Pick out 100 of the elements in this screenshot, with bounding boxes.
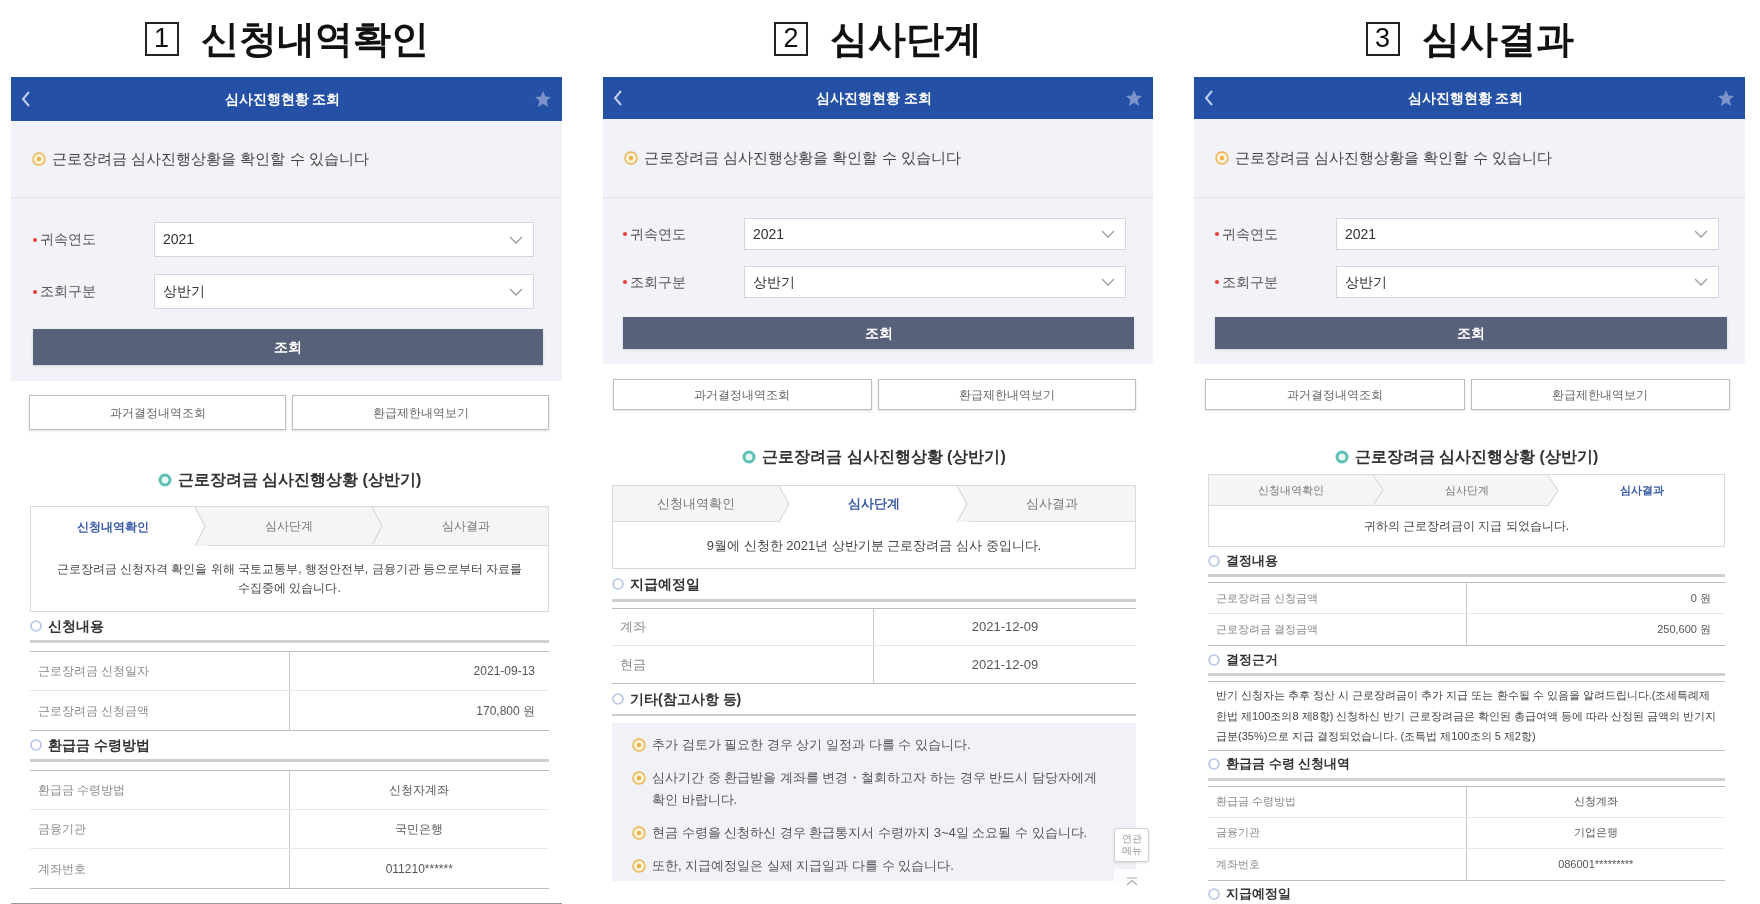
ring-icon [30,739,42,751]
note-text: 심사기간 중 환급받을 계좌를 변경・철회하고자 하는 경우 반드시 담당자에게 확인 바랍니다. [652,769,1098,809]
field-label: 조회구분 [40,282,96,301]
section-heading: 환급금 수령 신청내역 [1226,755,1351,774]
search-button[interactable]: 조회 [623,317,1134,349]
ring-dot-icon [1215,151,1229,165]
chevron-down-icon [509,235,523,244]
step-number: 3 [1365,21,1400,56]
section-heading: 결정근거 [1226,650,1278,669]
back-icon[interactable] [21,91,31,107]
search-button[interactable]: 조회 [1215,317,1727,349]
field-label: 조회구분 [1222,272,1278,292]
ring-icon [157,473,172,487]
notice-text: 근로장려금 심사진행상황을 확인할 수 있습니다 [1235,147,1552,168]
step-title: 신청내역확인 [200,19,429,58]
step-number: 1 [144,21,179,56]
basis-text: 반기 신청자는 추후 정산 시 근로장려금이 추가 지급 또는 환수될 수 있음을 알려드립니다.(조세특례제한법 제100조의8 제8항) 신청하신 반기 근로장려금은 확인된 총급여액 등에 따라 산정된 금액의 반기지급분(35%)으로 지급 결정되었습니다. (조특법 제100조의 5 제2항) [1216,688,1717,744]
ring-icon [742,450,757,464]
field-value: 2021-12-09 [971,655,1039,674]
dropdown[interactable]: 상반기 [744,266,1126,298]
section-heading: 지급예정일 [630,574,700,594]
ring-dot-icon [632,771,646,785]
dropdown[interactable]: 2021 [1336,218,1719,250]
field-label: 금융기관 [1216,825,1260,841]
field-value: 170,800 원 [476,702,535,720]
ring-dot-icon [632,826,646,840]
field-label: 근로장려금 결정금액 [1216,622,1319,638]
section-heading: 기타(참고사항 등) [630,689,742,709]
field-label: 환급금 수령방법 [1216,794,1297,810]
search-button[interactable]: 조회 [33,329,543,365]
field-label: 현금 [620,655,646,674]
ring-icon [30,620,42,632]
ring-dot-icon [32,152,46,166]
status-title: 근로장려금 심사진행상황 (상반기) [177,470,422,490]
field-label: 귀속연도 [40,230,96,249]
section-heading: 신청내용 [48,616,104,636]
field-label: 금융기관 [38,821,86,838]
back-icon[interactable] [613,90,623,106]
field-label: 환급금 수령방법 [38,782,126,799]
ring-icon [612,578,624,590]
section-heading: 지급예정일 [1226,885,1291,904]
app-title: 심사진행현황 조회 [816,88,932,108]
field-label: 근로장려금 신청일자 [38,663,150,680]
step-title: 심사단계 [830,19,982,58]
outline-button[interactable]: 과거결정내역조회 [29,395,286,430]
field-label: 계좌번호 [1216,856,1260,872]
ring-icon [1208,758,1220,770]
star-icon[interactable] [1717,89,1735,107]
ring-dot-icon [632,738,646,752]
caret-up-icon [1125,876,1138,886]
chevron-down-icon [1694,230,1708,238]
outline-button[interactable]: 환급제한내역보기 [292,395,549,430]
app-title: 심사진행현황 조회 [1407,88,1524,108]
field-value: 신청자계좌 [389,782,450,799]
field-label: 귀속연도 [630,224,686,244]
section-heading: 환급금 수령방법 [48,735,150,755]
ring-dot-icon [632,859,646,873]
step-title: 심사결과 [1421,19,1574,58]
field-label: 조회구분 [630,272,686,292]
note-text: 현금 수령을 신청하신 경우 환급통지서 수령까지 3~4일 소요될 수 있습니다. [652,824,1088,842]
ring-icon [1208,888,1220,900]
chevron-down-icon [1101,230,1115,238]
field-label: 귀속연도 [1222,224,1278,244]
app-title: 심사진행현황 조회 [224,89,341,109]
field-value: 2021-09-13 [473,663,535,680]
ring-dot-icon [624,151,638,165]
field-label: 근로장려금 신청금액 [1216,590,1319,606]
status-message: 9월에 신청한 2021년 상반기분 근로장려금 심사 중입니다. [706,536,1042,555]
field-value: 0 원 [1690,590,1711,606]
outline-button[interactable]: 과거결정내역조회 [1205,379,1465,410]
field-value: 신청계좌 [1573,794,1618,810]
dropdown[interactable]: 상반기 [154,274,534,309]
field-label: 근로장려금 신청금액 [38,702,150,720]
status-message: 근로장려금 신청자격 확인을 위해 국토교통부, 행정안전부, 금융기관 등으로부터 자료를 수집중에 있습니다. [55,560,524,597]
field-value: 011210****** [385,860,453,878]
outline-button[interactable]: 환급제한내역보기 [1470,379,1730,410]
chevron-down-icon [1694,278,1708,286]
field-value: 086001********* [1558,856,1634,872]
dropdown[interactable]: 상반기 [1336,266,1719,298]
field-value: 기업은행 [1573,825,1618,841]
status-title: 근로장려금 심사진행상황 (상반기) [1354,447,1599,467]
note-text: 또한, 지급예정일은 실제 지급일과 다를 수 있습니다. [652,857,954,875]
star-icon[interactable] [534,90,552,108]
ring-icon [612,693,624,705]
outline-button[interactable]: 과거결정내역조회 [613,379,872,410]
outline-button[interactable]: 환급제한내역보기 [877,379,1136,410]
status-message: 귀하의 근로장려금이 지급 되었습니다. [1363,518,1570,535]
ring-icon [1208,653,1220,666]
star-icon[interactable] [1125,89,1143,107]
field-label: 계좌 [620,618,646,637]
notice-text: 근로장려금 심사진행상황을 확인할 수 있습니다 [52,148,369,169]
chevron-down-icon [1101,278,1115,286]
back-icon[interactable] [1204,90,1214,106]
ring-icon [1334,450,1349,464]
field-value: 2021-12-09 [971,618,1039,637]
dropdown[interactable]: 2021 [154,222,534,257]
status-title: 근로장려금 심사진행상황 (상반기) [762,447,1006,467]
step-number: 2 [774,21,808,56]
dropdown[interactable]: 2021 [744,218,1126,250]
field-label: 계좌번호 [38,860,86,878]
